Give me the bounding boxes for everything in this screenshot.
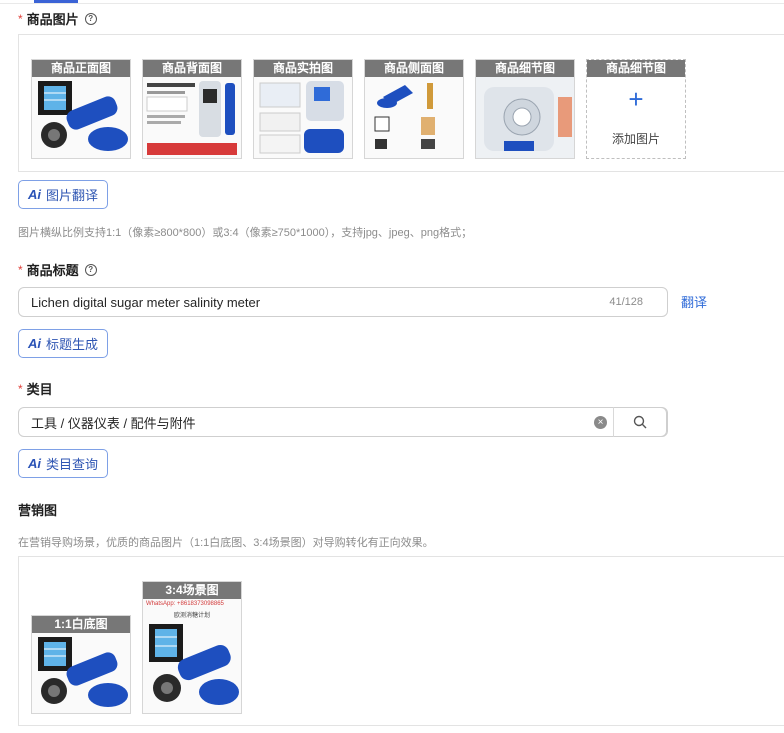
search-icon <box>633 415 647 429</box>
marketing-hint: 在营销导购场景，优质的商品图片（1:1白底图、3:4场景图）对导购转化有正向效果… <box>18 537 434 549</box>
title-char-count: 41/128 <box>609 296 643 308</box>
scene-image-tile[interactable]: 3:4场景图 WhatsApp: +8618373098865 欧测消糖计划 <box>142 581 242 714</box>
image-tile-side[interactable]: 商品侧面图 <box>364 59 464 159</box>
category-label: * 类目 <box>18 379 53 398</box>
image-tile-real-shot[interactable]: 商品实拍图 <box>253 59 353 159</box>
image-tile-front[interactable]: 商品正面图 <box>31 59 131 159</box>
tile-caption: 3:4场景图 <box>143 582 241 599</box>
image-tile-back[interactable]: 商品背面图 <box>142 59 242 159</box>
category-query-button[interactable]: Ai 类目查询 <box>18 449 109 478</box>
tile-caption: 商品正面图 <box>32 60 130 77</box>
category-search-button[interactable] <box>613 407 667 437</box>
accessories-image <box>374 83 435 149</box>
clear-circle-icon[interactable]: × <box>594 416 607 429</box>
title-field-label: * 商品标题 ? <box>18 260 97 279</box>
tile-caption: 1:1白底图 <box>32 616 130 633</box>
tile-caption: 商品侧面图 <box>365 60 463 77</box>
tile-caption: 商品背面图 <box>143 60 241 77</box>
category-select[interactable]: 工具 / 仪器仪表 / 配件与附件 × <box>18 407 668 437</box>
product-images-panel: 商品正面图 商品背面图 商品实拍图 商品侧面图 商品细节图 商品细节图 + 添加… <box>18 34 784 172</box>
category-title: 类目 <box>26 382 53 397</box>
closeup-image <box>476 77 574 158</box>
ai-sparkle-icon: Ai <box>28 336 41 351</box>
image-translate-label: 图片翻译 <box>46 188 99 203</box>
marketing-images-label: 营销图 <box>18 503 58 518</box>
ai-sparkle-icon: Ai <box>28 456 41 471</box>
title-translate-link[interactable]: 翻译 <box>681 292 707 311</box>
title-input-value: Lichen digital sugar meter salinity mete… <box>31 294 261 310</box>
title-generate-label: 标题生成 <box>46 337 99 352</box>
title-input[interactable]: Lichen digital sugar meter salinity mete… <box>18 287 668 317</box>
photo-collage-image <box>259 81 344 154</box>
scene-watermark: WhatsApp: +8618373098865 <box>146 601 224 607</box>
active-tab-indicator <box>34 0 78 3</box>
refractometer-scene-image <box>149 624 239 705</box>
help-icon[interactable]: ? <box>84 12 97 25</box>
tile-caption: 商品实拍图 <box>254 60 352 77</box>
white-background-image-tile[interactable]: 1:1白底图 <box>31 615 131 714</box>
add-image-label: 添加图片 <box>611 132 660 146</box>
image-translate-button[interactable]: Ai 图片翻译 <box>18 180 109 209</box>
image-tile-detail[interactable]: 商品细节图 <box>475 59 575 159</box>
category-query-label: 类目查询 <box>46 457 99 472</box>
ai-sparkle-icon: Ai <box>28 187 41 202</box>
marketing-images-panel: 1:1白底图 3:4场景图 WhatsApp: +8618373098865 欧… <box>18 556 784 726</box>
image-format-hint: 图片横纵比例支持1:1（像素≥800*800）或3:4（像素≥750*1000）… <box>18 227 473 239</box>
tile-caption: 商品细节图 <box>476 60 574 77</box>
spec-sheet-image <box>146 81 237 155</box>
refractometer-image <box>38 637 128 707</box>
tile-caption: 商品细节图 <box>587 60 685 77</box>
plus-icon: + <box>628 84 644 114</box>
add-image-tile[interactable]: 商品细节图 + 添加图片 <box>586 59 686 159</box>
title-field-title: 商品标题 <box>26 263 79 278</box>
top-tab-strip <box>0 0 784 4</box>
product-images-label: * 商品图片 ? <box>18 9 97 28</box>
help-icon[interactable]: ? <box>84 263 97 276</box>
required-marker: * <box>18 11 23 26</box>
product-images-title: 商品图片 <box>26 12 79 27</box>
refractometer-image <box>38 81 128 151</box>
category-value: 工具 / 仪器仪表 / 配件与附件 <box>31 415 196 431</box>
required-marker: * <box>18 262 23 277</box>
required-marker: * <box>18 381 23 396</box>
title-generate-button[interactable]: Ai 标题生成 <box>18 329 109 358</box>
